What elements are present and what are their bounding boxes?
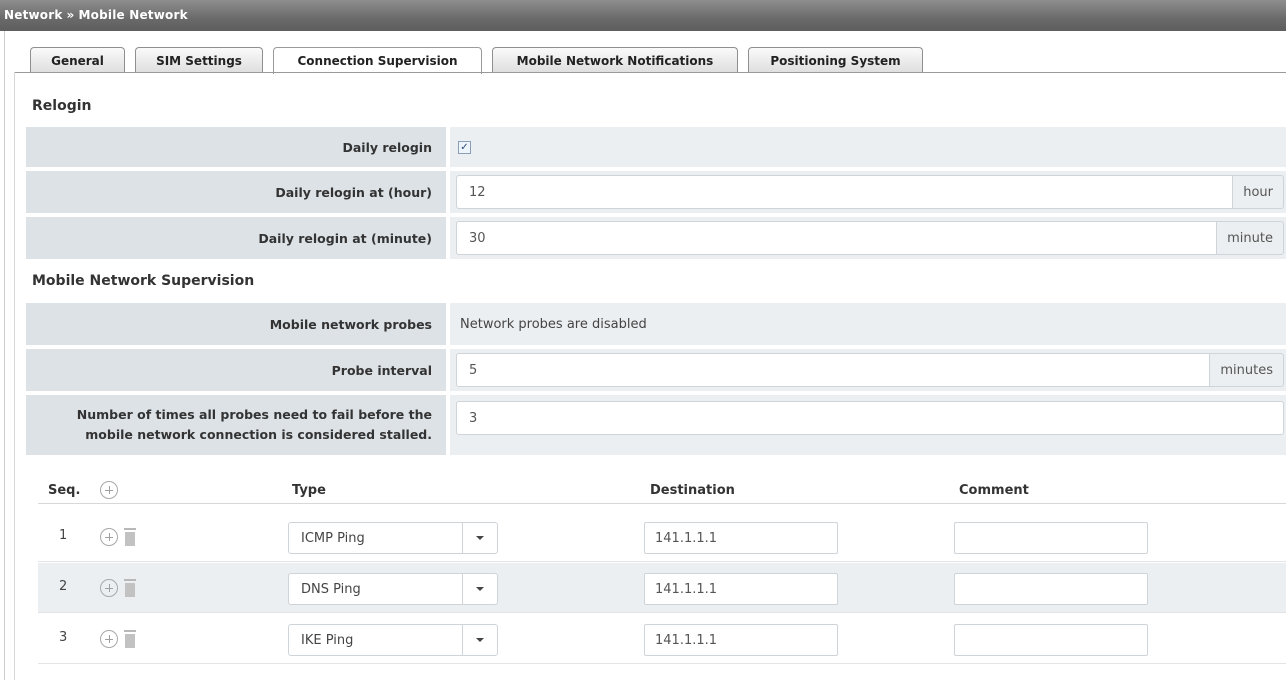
dropdown-toggle[interactable]	[462, 574, 497, 604]
fail-count-label: Number of times all probes need to fail …	[26, 395, 446, 455]
fail-count-value: 3	[450, 395, 1286, 455]
probes-row: Mobile network probes Network probes are…	[26, 303, 1286, 345]
row-seq: 3	[59, 630, 68, 645]
probe-type-value: IKE Ping	[301, 632, 354, 648]
destination-input[interactable]: 141.1.1.1	[644, 624, 838, 656]
tab-bar: General SIM Settings Connection Supervis…	[30, 47, 933, 74]
row-seq: 1	[59, 528, 68, 543]
breadcrumb-current: Mobile Network	[78, 8, 188, 22]
insert-row-icon[interactable]	[100, 579, 118, 597]
daily-relogin-label: Daily relogin	[26, 127, 446, 167]
probe-type-select[interactable]: ICMP Ping	[288, 522, 498, 554]
probes-status-text: Network probes are disabled	[460, 316, 647, 332]
panel-border	[14, 72, 15, 680]
fail-count-input[interactable]: 3	[456, 401, 1284, 435]
relogin-hour-input[interactable]: 12	[456, 175, 1234, 209]
daily-relogin-row: Daily relogin ✓	[26, 127, 1286, 167]
relogin-hour-row: Daily relogin at (hour) 12 hour	[26, 171, 1286, 213]
daily-relogin-checkbox[interactable]: ✓	[458, 140, 471, 154]
breadcrumb-separator: »	[66, 8, 75, 22]
tab-underline	[14, 72, 1286, 73]
relogin-minute-unit: minute	[1217, 221, 1284, 255]
probes-label: Mobile network probes	[26, 303, 446, 345]
add-probe-icon[interactable]	[100, 481, 118, 499]
caret-down-icon	[476, 638, 484, 642]
relogin-hour-unit: hour	[1233, 175, 1284, 209]
table-row: 3 IKE Ping 141.1.1.1	[38, 614, 1286, 664]
probe-interval-unit: minutes	[1210, 353, 1284, 387]
tab-sim-settings[interactable]: SIM Settings	[135, 47, 263, 73]
probe-interval-value: 5 minutes	[450, 349, 1286, 391]
row-actions	[100, 579, 136, 597]
column-comment: Comment	[959, 483, 1029, 498]
trash-icon[interactable]	[124, 579, 136, 597]
insert-row-icon[interactable]	[100, 528, 118, 546]
destination-input[interactable]: 141.1.1.1	[644, 573, 838, 605]
relogin-hour-label: Daily relogin at (hour)	[26, 171, 446, 213]
breadcrumb-root[interactable]: Network	[4, 8, 63, 22]
left-border	[4, 31, 5, 680]
destination-input[interactable]: 141.1.1.1	[644, 522, 838, 554]
table-row: 1 ICMP Ping 141.1.1.1	[38, 512, 1286, 562]
row-actions	[100, 630, 136, 648]
daily-relogin-value: ✓	[450, 127, 1286, 167]
trash-icon[interactable]	[124, 630, 136, 648]
comment-input[interactable]	[954, 522, 1148, 554]
tab-connection-supervision[interactable]: Connection Supervision	[273, 47, 482, 74]
row-seq: 2	[59, 579, 68, 594]
relogin-minute-label: Daily relogin at (minute)	[26, 217, 446, 259]
column-seq: Seq.	[48, 483, 81, 498]
supervision-heading: Mobile Network Supervision	[32, 273, 255, 289]
probes-value: Network probes are disabled	[450, 303, 1286, 345]
fail-count-label-line2: mobile network connection is considered …	[85, 427, 432, 442]
probe-interval-label: Probe interval	[26, 349, 446, 391]
column-destination: Destination	[650, 483, 735, 498]
comment-input[interactable]	[954, 624, 1148, 656]
probe-type-value: DNS Ping	[301, 581, 361, 597]
tab-general[interactable]: General	[30, 47, 125, 73]
table-row: 2 DNS Ping 141.1.1.1	[38, 563, 1286, 613]
caret-down-icon	[476, 536, 484, 540]
probe-type-select[interactable]: IKE Ping	[288, 624, 498, 656]
probe-type-select[interactable]: DNS Ping	[288, 573, 498, 605]
probe-table-header: Seq. Type Destination Comment	[38, 480, 1286, 504]
comment-input[interactable]	[954, 573, 1148, 605]
tab-mobile-network-notifications[interactable]: Mobile Network Notifications	[492, 47, 738, 73]
breadcrumb: Network» Mobile Network	[0, 0, 1286, 31]
tab-positioning-system[interactable]: Positioning System	[748, 47, 923, 73]
dropdown-toggle[interactable]	[462, 523, 497, 553]
relogin-minute-row: Daily relogin at (minute) 30 minute	[26, 217, 1286, 259]
dropdown-toggle[interactable]	[462, 625, 497, 655]
probe-interval-row: Probe interval 5 minutes	[26, 349, 1286, 391]
trash-icon[interactable]	[124, 528, 136, 546]
insert-row-icon[interactable]	[100, 630, 118, 648]
relogin-minute-input[interactable]: 30	[456, 221, 1218, 255]
caret-down-icon	[476, 587, 484, 591]
relogin-hour-value: 12 hour	[450, 171, 1286, 213]
relogin-heading: Relogin	[32, 98, 92, 114]
probe-interval-input[interactable]: 5	[456, 353, 1211, 387]
fail-count-label-line1: Number of times all probes need to fail …	[76, 407, 432, 422]
fail-count-row: Number of times all probes need to fail …	[26, 395, 1286, 455]
probe-type-value: ICMP Ping	[301, 530, 365, 546]
relogin-minute-value: 30 minute	[450, 217, 1286, 259]
row-actions	[100, 528, 136, 546]
column-type: Type	[292, 483, 326, 498]
